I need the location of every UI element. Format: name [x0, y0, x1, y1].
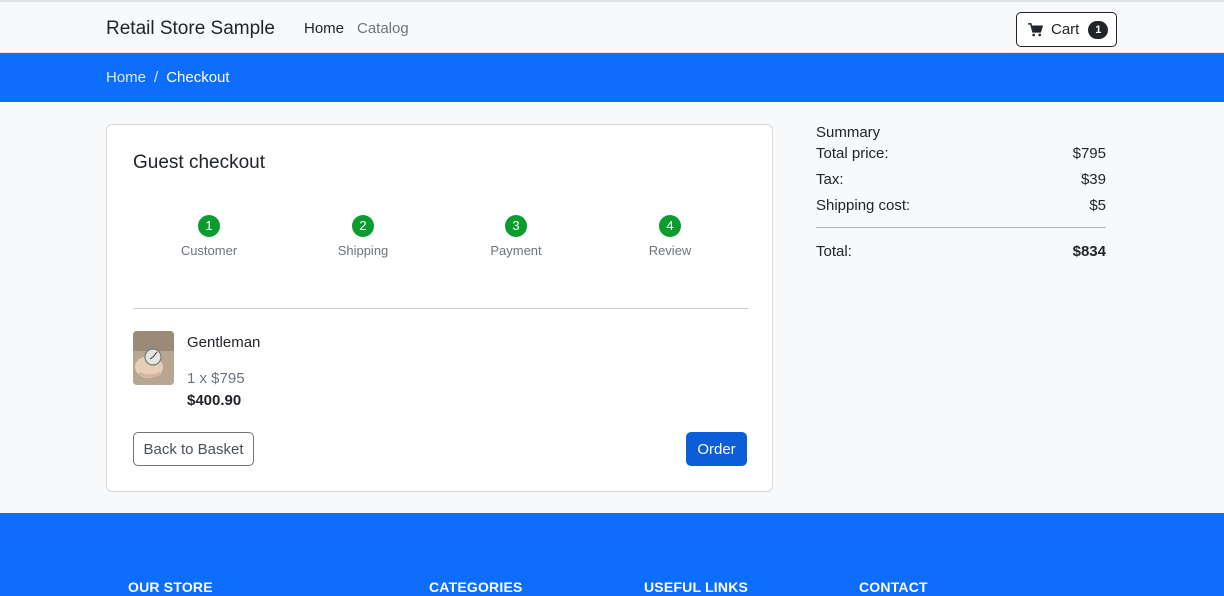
divider: [133, 308, 748, 309]
step-label: Shipping: [337, 243, 389, 258]
summary-value: $39: [1080, 171, 1106, 188]
footer-heading-contact: CONTACT: [859, 579, 928, 595]
cart-label: Cart: [1051, 21, 1080, 38]
product-name: Gentleman: [187, 334, 261, 351]
footer: OUR STORE CATEGORIES USEFUL LINKS CONTAC…: [0, 513, 1224, 596]
summary-row-shipping: Shipping cost: $5: [816, 193, 1106, 219]
summary-value: $795: [1072, 145, 1106, 162]
step-customer: 1 Customer: [149, 215, 269, 258]
step-label: Review: [648, 243, 692, 258]
step-number: 4: [659, 215, 681, 237]
order-summary: Summary Total price: $795 Tax: $39 Shipp…: [816, 124, 1106, 265]
summary-row-total: Total: $834: [816, 239, 1106, 265]
breadcrumb-bar: Home / Checkout: [0, 53, 1224, 102]
step-shipping: 2 Shipping: [303, 215, 423, 258]
summary-row-tax: Tax: $39: [816, 167, 1106, 193]
step-number: 2: [352, 215, 374, 237]
brand-link[interactable]: Retail Store Sample: [106, 18, 275, 40]
breadcrumb-separator: /: [154, 69, 159, 86]
step-label: Payment: [490, 243, 542, 258]
step-label: Customer: [180, 243, 238, 258]
product-thumbnail: [133, 331, 174, 385]
product-total: $400.90: [187, 392, 242, 409]
nav-link-home[interactable]: Home: [304, 20, 344, 37]
summary-label: Total price:: [816, 145, 889, 162]
step-payment: 3 Payment: [456, 215, 576, 258]
summary-divider: [816, 227, 1106, 228]
product-quantity-price: 1 x $795: [187, 370, 245, 387]
summary-label: Tax:: [816, 171, 844, 188]
step-number: 3: [505, 215, 527, 237]
summary-label: Shipping cost:: [816, 197, 911, 214]
footer-heading-useful-links: USEFUL LINKS: [644, 579, 749, 595]
step-number: 1: [198, 215, 220, 237]
breadcrumb-home-link[interactable]: Home: [106, 69, 146, 86]
footer-heading-categories: CATEGORIES: [429, 579, 523, 595]
summary-title: Summary: [816, 124, 881, 141]
cart-count-badge: 1: [1088, 20, 1109, 39]
checkout-title: Guest checkout: [133, 152, 266, 173]
navbar: Retail Store Sample Home Catalog Cart 1: [0, 0, 1224, 53]
breadcrumb-current: Checkout: [166, 69, 230, 86]
footer-heading-our-store: OUR STORE: [128, 579, 213, 595]
summary-row-total-price: Total price: $795: [816, 141, 1106, 167]
summary-total-value: $834: [1072, 243, 1106, 260]
nav-link-catalog[interactable]: Catalog: [357, 20, 409, 37]
step-review: 4 Review: [610, 215, 730, 258]
summary-total-label: Total:: [816, 243, 852, 260]
back-to-basket-button[interactable]: Back to Basket: [133, 432, 254, 466]
checkout-card: Guest checkout 1 Customer 2 Shipping 3 P…: [106, 124, 773, 492]
order-button[interactable]: Order: [686, 432, 747, 466]
breadcrumb: Home / Checkout: [106, 69, 230, 86]
summary-value: $5: [1089, 197, 1106, 214]
cart-icon: [1028, 22, 1043, 36]
cart-button[interactable]: Cart 1: [1016, 12, 1117, 47]
